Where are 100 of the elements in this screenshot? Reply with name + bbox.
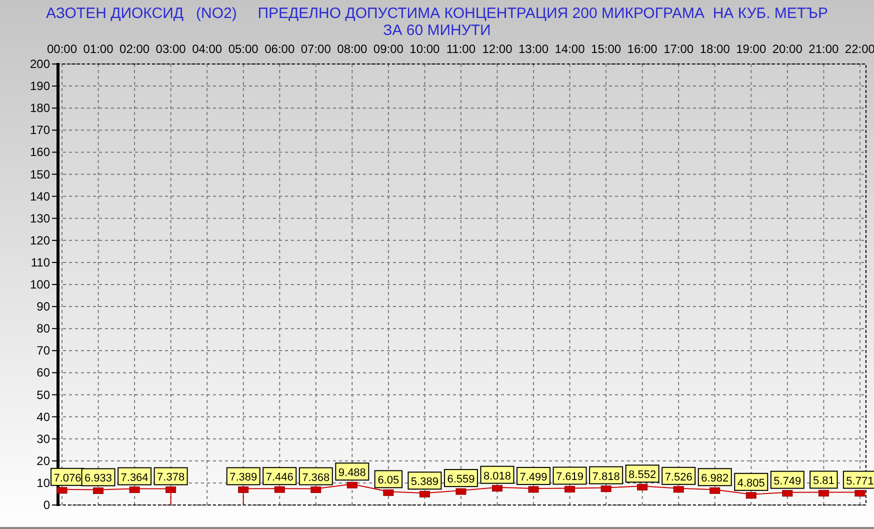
tick-label: 170 <box>30 123 50 138</box>
data-label: 7.389 <box>226 467 260 486</box>
data-label: 7.389 <box>230 472 258 484</box>
data-label: 5.771 <box>846 475 874 488</box>
tick-label: 110 <box>30 255 50 270</box>
data-point <box>818 490 829 496</box>
tick-label: 12:00 <box>482 42 512 56</box>
data-label: 5.749 <box>770 470 804 489</box>
data-point <box>456 488 466 495</box>
chart-title: АЗОТЕН ДИОКСИД (NO2) ПРЕДЕЛНО ДОПУСТИМА КОНЦЕНТРАЦИЯ 200 МИКРОГРАМА НА КУБ. МЕТЪР ЗА 60 МИНУТИ <box>45 4 829 40</box>
tick-label: 90 <box>36 300 50 314</box>
data-point <box>673 486 684 493</box>
data-label: 7.364 <box>120 472 148 484</box>
data-point <box>637 484 648 490</box>
tick-label: 16:00 <box>627 42 658 56</box>
tick-label: 10 <box>36 476 50 490</box>
data-point <box>93 487 104 494</box>
tick-label: 40 <box>36 410 50 424</box>
data-label: 6.05 <box>378 474 400 487</box>
data-point <box>56 487 68 494</box>
data-label: 5.81 <box>810 470 838 489</box>
data-label: 9.488 <box>338 467 366 480</box>
tick-label: 160 <box>30 145 50 160</box>
tick-label: 02:00 <box>120 42 150 56</box>
tick-label: 200 <box>30 57 50 71</box>
tick-label: 50 <box>36 388 50 402</box>
tick-label: 04:00 <box>192 42 222 56</box>
data-label: 7.499 <box>520 471 548 484</box>
tick-label: 120 <box>30 233 50 248</box>
tick-label: 0 <box>43 498 50 512</box>
tick-label: 15:00 <box>591 42 622 56</box>
data-point <box>310 486 322 493</box>
data-label: 5.389 <box>410 476 438 488</box>
tick-label: 14:00 <box>554 42 585 56</box>
data-point <box>492 485 502 492</box>
data-label: 7.818 <box>592 470 620 483</box>
data-label: 7.076 <box>54 472 82 484</box>
data-label: 7.368 <box>298 467 333 486</box>
tick-label: 17:00 <box>664 42 694 56</box>
tick-label: 30 <box>36 432 50 446</box>
data-label: 4.805 <box>737 477 765 490</box>
data-point <box>238 486 249 493</box>
data-label: 8.552 <box>628 469 656 482</box>
data-point <box>528 486 539 493</box>
data-label: 6.559 <box>447 474 475 486</box>
data-label: 5.749 <box>774 475 802 488</box>
tick-label: 70 <box>36 344 50 358</box>
data-label: 5.389 <box>408 472 442 490</box>
data-label: 7.619 <box>552 466 587 485</box>
data-label: 7.446 <box>266 472 294 484</box>
data-label: 7.499 <box>516 466 550 485</box>
data-label: 6.05 <box>374 470 403 488</box>
data-label: 6.933 <box>84 472 112 485</box>
data-point <box>346 482 358 488</box>
data-point <box>274 486 285 493</box>
tick-label: 130 <box>30 211 50 226</box>
tick-label: 09:00 <box>373 42 404 56</box>
data-label: 8.552 <box>625 464 660 483</box>
data-point <box>419 490 430 498</box>
data-label: 7.526 <box>664 471 692 484</box>
data-label: 9.488 <box>335 462 370 481</box>
data-point <box>564 486 576 492</box>
tick-label: 18:00 <box>700 42 730 56</box>
tick-label: 100 <box>30 278 50 292</box>
data-label: 6.982 <box>701 472 729 485</box>
data-point <box>383 489 394 496</box>
data-label: 8.018 <box>480 466 514 484</box>
data-label: 7.368 <box>302 472 330 484</box>
data-point <box>782 490 793 497</box>
data-label: 6.559 <box>444 469 478 488</box>
data-point <box>129 486 140 493</box>
data-label: 7.446 <box>262 467 297 486</box>
tick-label: 05:00 <box>228 42 258 56</box>
tick-label: 20:00 <box>772 42 802 56</box>
data-label: 7.818 <box>589 466 624 484</box>
data-label: 7.378 <box>154 467 188 486</box>
tick-label: 11:00 <box>446 42 476 56</box>
data-point <box>600 486 612 492</box>
data-point <box>854 490 866 497</box>
data-label: 7.526 <box>662 466 696 485</box>
data-point <box>166 486 176 493</box>
data-point <box>710 487 720 494</box>
tick-label: 06:00 <box>264 42 295 56</box>
tick-label: 150 <box>30 167 50 182</box>
tick-label: 80 <box>36 322 50 336</box>
tick-label: 03:00 <box>156 42 186 56</box>
data-label: 4.805 <box>734 472 768 491</box>
tick-label: 00:00 <box>46 42 78 56</box>
data-label: 5.81 <box>812 475 834 488</box>
tick-label: 20 <box>36 454 50 468</box>
tick-label: 01:00 <box>83 42 114 56</box>
data-label: 8.018 <box>483 470 512 482</box>
data-label: 7.364 <box>118 467 152 486</box>
data-label: 7.378 <box>157 472 185 484</box>
data-point <box>746 492 756 499</box>
data-label: 7.619 <box>556 471 584 484</box>
tick-label: 180 <box>30 101 50 116</box>
data-label: 6.982 <box>698 468 732 486</box>
data-label: 5.771 <box>842 470 874 489</box>
data-label: 6.933 <box>81 468 116 486</box>
